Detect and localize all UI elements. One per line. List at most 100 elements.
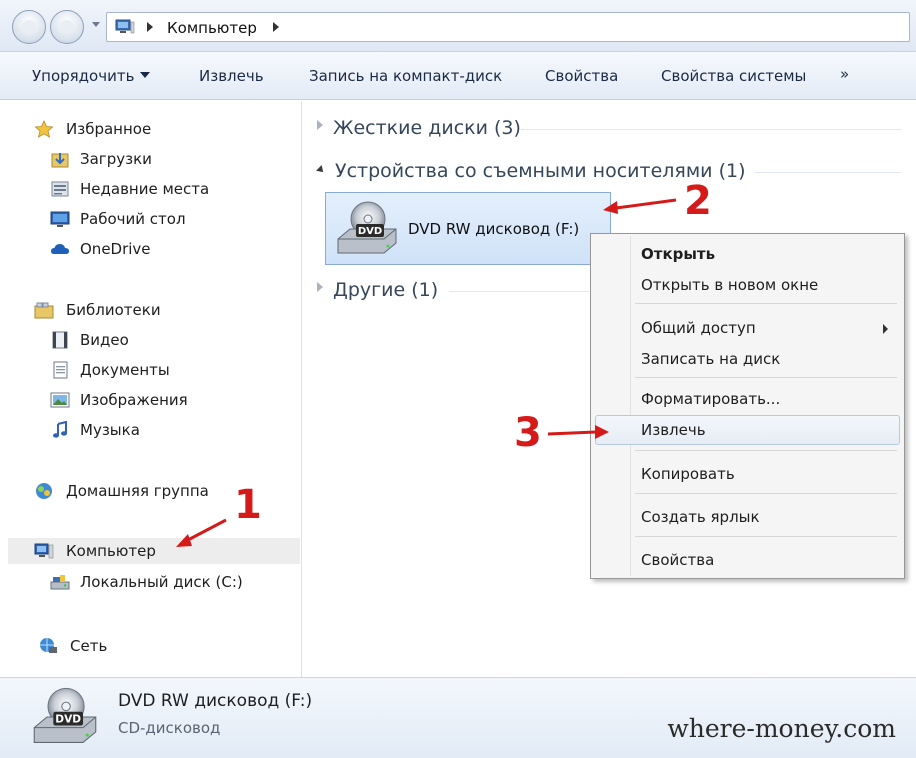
forward-button[interactable] (50, 10, 84, 44)
nav-network[interactable]: Сеть (0, 633, 300, 659)
more-commands-button[interactable]: » (840, 65, 849, 83)
menu-create-shortcut[interactable]: Создать ярлык (593, 502, 902, 532)
nav-onedrive-label: OneDrive (80, 240, 151, 258)
menu-properties-label: Свойства (641, 551, 715, 569)
back-button[interactable] (12, 10, 46, 44)
group-divider (449, 291, 589, 292)
nav-network-label: Сеть (70, 637, 108, 655)
nav-documents[interactable]: Документы (0, 357, 300, 383)
menu-separator (635, 377, 897, 378)
dvd-drive-icon: DVD (337, 201, 397, 254)
menu-eject-label: Извлечь (641, 421, 706, 439)
details-pane: DVD DVD RW дисковод (F:) CD-дисковод whe… (0, 677, 916, 758)
menu-format[interactable]: Форматировать... (593, 384, 902, 414)
nav-desktop-label: Рабочий стол (80, 210, 186, 228)
nav-pictures-label: Изображения (80, 391, 188, 409)
system-properties-button[interactable]: Свойства системы (661, 67, 806, 85)
music-note-icon (53, 421, 67, 438)
nav-favorites-label: Избранное (66, 120, 152, 138)
group-other-label: Другие (1) (333, 279, 439, 301)
menu-copy[interactable]: Копировать (593, 459, 902, 489)
nav-libraries[interactable]: Библиотеки (0, 297, 300, 323)
downloads-folder-icon (51, 153, 69, 168)
nav-video[interactable]: Видео (0, 327, 300, 353)
menu-separator (635, 450, 897, 451)
recent-places-icon (51, 181, 69, 197)
expand-arrow-icon (317, 120, 323, 130)
menu-copy-label: Копировать (641, 465, 735, 483)
nav-documents-label: Документы (80, 361, 170, 379)
nav-recent-places[interactable]: Недавние места (0, 176, 300, 202)
expand-arrow-icon (317, 282, 323, 292)
breadcrumb-computer[interactable]: Компьютер (167, 19, 257, 37)
local-disk-icon (50, 575, 70, 590)
burn-button[interactable]: Запись на компакт-диск (309, 67, 502, 85)
menu-eject[interactable]: Извлечь (595, 415, 900, 445)
path-separator-icon[interactable] (147, 22, 153, 32)
nav-downloads-label: Загрузки (80, 150, 152, 168)
star-icon (34, 120, 54, 138)
nav-music-label: Музыка (80, 421, 140, 439)
menu-open[interactable]: Открыть (593, 239, 902, 269)
group-divider (521, 129, 901, 130)
onedrive-cloud-icon (51, 244, 69, 254)
nav-favorites[interactable]: Избранное (0, 116, 300, 142)
menu-separator (635, 493, 897, 494)
dvd-drive-label: DVD RW дисковод (F:) (408, 220, 580, 238)
group-hard-disks-label: Жесткие диски (3) (333, 117, 521, 139)
collapse-arrow-icon (316, 165, 326, 175)
address-path-box[interactable]: Компьютер (106, 12, 910, 42)
menu-share-label: Общий доступ (641, 319, 756, 337)
nav-pictures[interactable]: Изображения (0, 387, 300, 413)
nav-recent-places-label: Недавние места (80, 180, 210, 198)
nav-computer[interactable]: Компьютер (8, 538, 300, 564)
eject-button[interactable]: Извлечь (199, 67, 264, 85)
menu-open-new-window[interactable]: Открыть в новом окне (593, 270, 902, 300)
nav-local-disk[interactable]: Локальный диск (C:) (0, 569, 300, 595)
desktop-icon (50, 211, 70, 227)
menu-separator (635, 536, 897, 537)
computer-icon (115, 19, 135, 34)
details-item-type: CD-дисковод (118, 719, 221, 737)
nav-music[interactable]: Музыка (0, 417, 300, 443)
menu-separator (635, 303, 897, 304)
submenu-arrow-icon (883, 324, 888, 334)
path-separator-icon[interactable] (273, 22, 279, 32)
dvd-drive-icon: DVD (33, 687, 97, 743)
annotation-step-1: 1 (234, 482, 262, 528)
menu-format-label: Форматировать... (641, 390, 781, 408)
nav-downloads[interactable]: Загрузки (0, 146, 300, 172)
group-other[interactable]: Другие (1) (317, 279, 438, 301)
libraries-icon (34, 302, 54, 319)
nav-desktop[interactable]: Рабочий стол (0, 206, 300, 232)
details-item-name: DVD RW дисковод (F:) (118, 691, 313, 711)
network-icon (40, 638, 57, 653)
menu-open-new-window-label: Открыть в новом окне (641, 276, 819, 294)
annotation-step-2: 2 (684, 178, 712, 224)
command-bar: Упорядочить Извлечь Запись на компакт-ди… (0, 52, 916, 100)
homegroup-icon (36, 483, 52, 499)
nav-libraries-label: Библиотеки (66, 301, 161, 319)
nav-video-label: Видео (80, 331, 129, 349)
video-icon (52, 331, 68, 349)
organize-label: Упорядочить (32, 67, 135, 85)
nav-homegroup-label: Домашняя группа (66, 482, 209, 500)
dvd-drive-item[interactable]: DVD DVD RW дисковод (F:) (325, 192, 611, 265)
nav-onedrive[interactable]: OneDrive (0, 236, 300, 262)
group-hard-disks[interactable]: Жесткие диски (3) (317, 117, 521, 139)
recent-pages-chevron-icon[interactable] (92, 22, 100, 27)
group-divider (755, 172, 901, 173)
context-menu: Открыть Открыть в новом окне Общий досту… (590, 233, 905, 579)
nav-local-disk-label: Локальный диск (C:) (80, 573, 243, 591)
menu-properties[interactable]: Свойства (593, 545, 902, 575)
dvd-badge-text: DVD (55, 713, 81, 725)
menu-share[interactable]: Общий доступ (593, 313, 902, 343)
documents-icon (53, 361, 68, 379)
properties-button[interactable]: Свойства (545, 67, 618, 85)
navigation-pane: Избранное Загрузки Недавние места Рабочи… (0, 101, 302, 677)
organize-button[interactable]: Упорядочить (32, 67, 151, 85)
group-removable[interactable]: Устройства со съемными носителями (1) (316, 160, 745, 182)
nav-computer-label: Компьютер (66, 542, 156, 560)
menu-open-label: Открыть (641, 245, 716, 263)
menu-burn-disc[interactable]: Записать на диск (593, 344, 902, 374)
